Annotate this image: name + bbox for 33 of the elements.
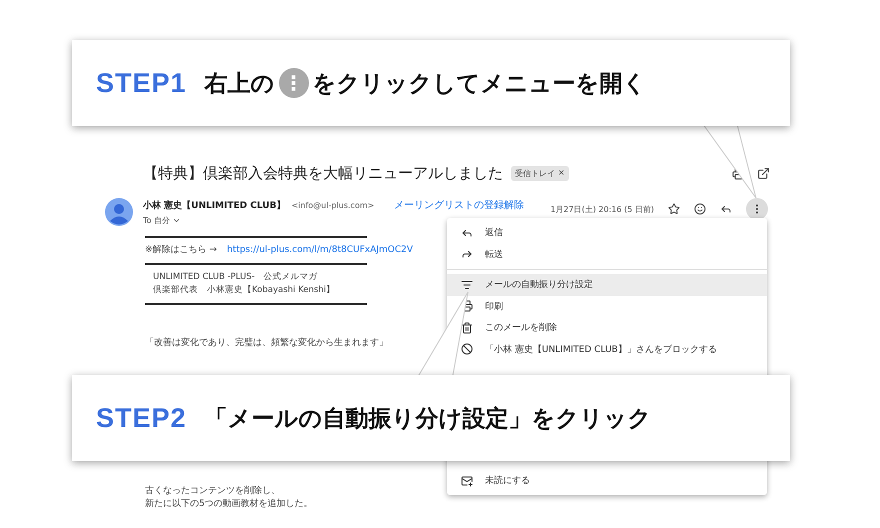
step-label: STEP2 bbox=[96, 402, 187, 434]
menu-item[interactable]: 転送 bbox=[447, 244, 767, 265]
step-instruction: をクリックしてメニューを開く bbox=[312, 70, 647, 98]
more-key-glyph: ⋮ bbox=[278, 68, 309, 98]
step-instruction: 右上の bbox=[204, 70, 275, 98]
sender-name: 小林 憲史【UNLIMITED CLUB】 bbox=[143, 199, 286, 212]
reply-icon[interactable] bbox=[720, 203, 732, 215]
emoji-icon[interactable] bbox=[694, 203, 706, 215]
step-label: STEP1 bbox=[96, 68, 187, 98]
filter-icon bbox=[461, 278, 473, 291]
body-text: 倶楽部代表 小林憲史【Kobayashi Kenshi】 bbox=[153, 284, 336, 297]
inbox-label[interactable]: 受信トレイ × bbox=[511, 166, 569, 180]
body-text: 新たに以下の5つの動画教材を追加した。 bbox=[145, 498, 313, 511]
email-date: 1月27日(土) 20:16 (5 日前) bbox=[550, 204, 654, 214]
forward-icon bbox=[461, 248, 473, 260]
menu-item[interactable]: 未読にする bbox=[447, 470, 767, 492]
avatar-icon bbox=[105, 198, 133, 226]
body-text: 「改善は変化であり、完璧は、頻繁な変化から生まれます」 bbox=[145, 337, 388, 350]
sender-email: <info@ul-plus.com> bbox=[291, 201, 374, 210]
unsubscribe-link[interactable]: メーリングリストの登録解除 bbox=[394, 198, 524, 212]
trash-icon bbox=[461, 322, 473, 334]
caret-icon bbox=[172, 216, 181, 225]
body-text: ※解除はこちら → bbox=[145, 244, 217, 257]
star-icon[interactable] bbox=[668, 203, 680, 215]
block-icon bbox=[461, 343, 473, 356]
body-text: 古くなったコンテンツを削除し、 bbox=[145, 485, 280, 498]
mail-icon bbox=[461, 474, 473, 487]
body-text: UNLIMITED CLUB -PLUS- 公式メルマガ bbox=[153, 271, 318, 284]
external-link-icon[interactable] bbox=[757, 166, 770, 180]
menu-item[interactable]: メールの自動振り分け設定 bbox=[447, 274, 767, 296]
step-instruction: 「メールの自動振り分け設定」をクリック bbox=[204, 404, 652, 434]
email-subject: 【特典】倶楽部入会特典を大幅リニューアルしました bbox=[143, 164, 503, 182]
unsubscribe-url-link[interactable]: https://ul-plus.com/l/m/8t8CUFxAJmOC2V bbox=[226, 244, 413, 257]
